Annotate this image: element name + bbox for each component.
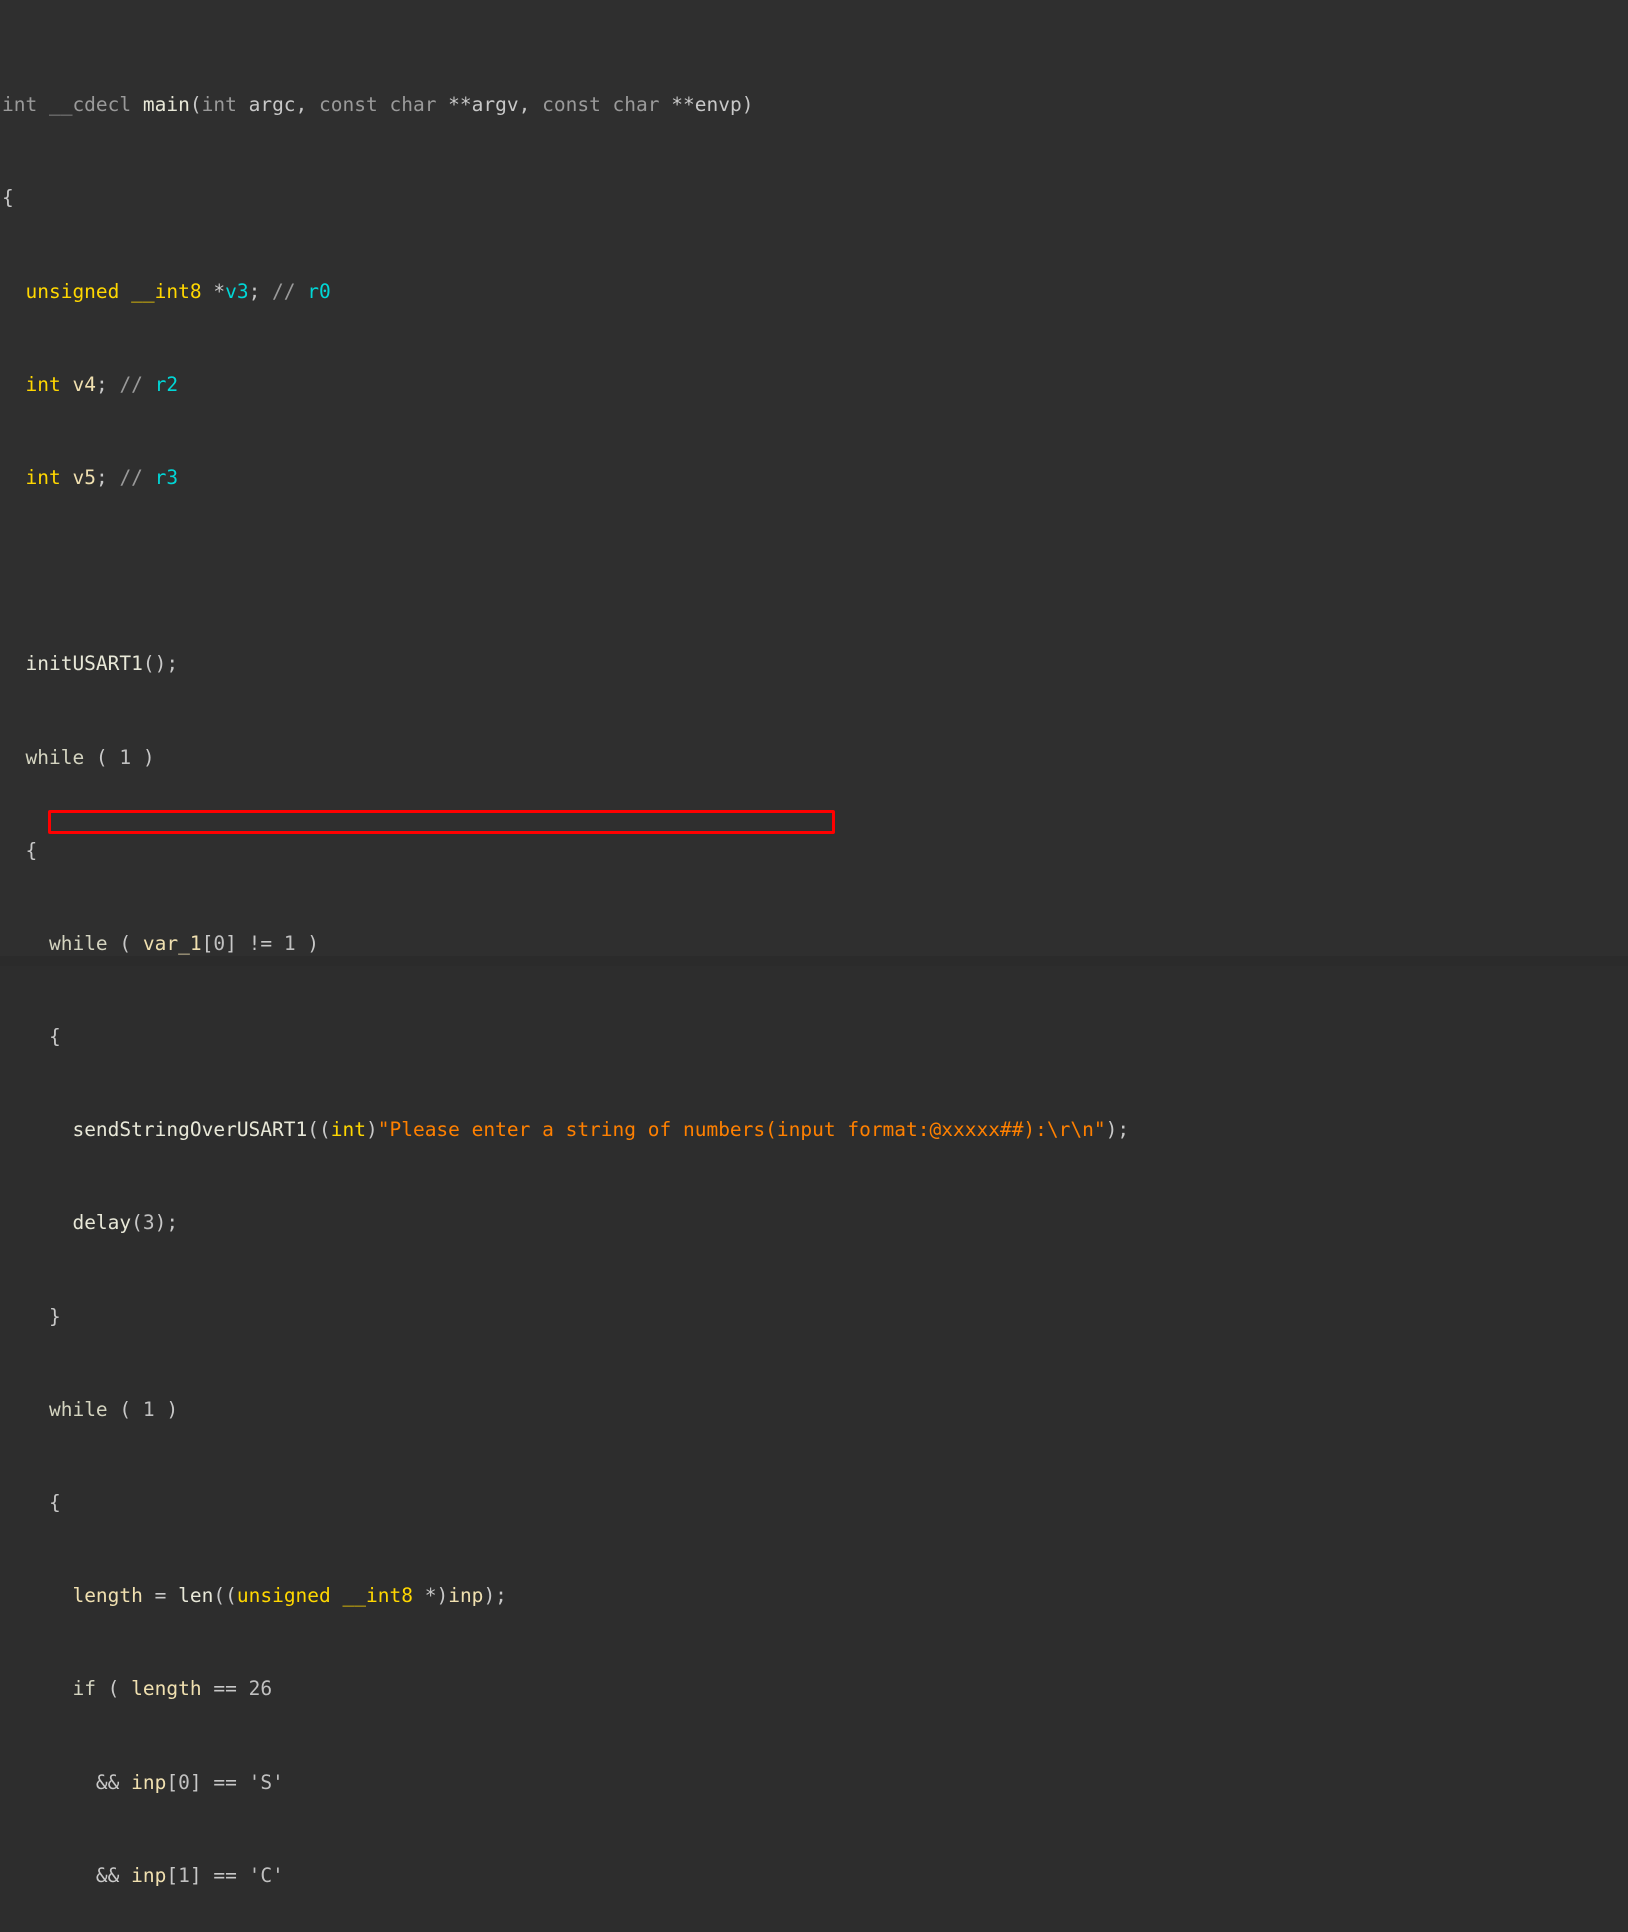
code-line-text: sendStringOverUSART1((int)"Please enter … [72,1118,1130,1142]
code-line-16[interactable]: { [0,1491,1628,1514]
code-line-3[interactable]: unsigned __int8 *v3; // r0 [0,280,1628,303]
code-line-text: { [2,1025,61,1049]
code-line-text: { [2,838,38,862]
code-line-12[interactable]: sendStringOverUSART1((int)"Please enter … [0,1118,1628,1141]
code-line-text: && inp[1] == 'C' [2,1863,284,1887]
code-line-text: while ( 1 ) [48,1397,179,1421]
code-line-text: while ( 1 ) [25,745,155,769]
code-line-20[interactable]: && inp[1] == 'C' [0,1864,1628,1887]
code-line-text: { [2,1491,61,1514]
code-line-text: int v4; // r2 [25,372,179,396]
code-line-text: length = len((unsigned __int8 *)inp); [72,1584,507,1608]
code-line-14[interactable]: } [0,1305,1628,1328]
code-line-6[interactable] [0,559,1628,582]
pseudocode-view[interactable]: int __cdecl main(int argc, const char **… [0,0,1628,1887]
code-line-19[interactable]: && inp[0] == 'S' [0,1771,1628,1794]
code-line-1[interactable]: int __cdecl main(int argc, const char **… [0,93,1628,116]
code-line-text: if ( length == 26 [72,1677,273,1701]
code-line-text: { [2,186,14,210]
code-line-text: int __cdecl main(int argc, const char **… [2,93,754,117]
code-line-11[interactable]: { [0,1025,1628,1048]
code-line-2[interactable]: { [0,186,1628,209]
code-line-text: delay(3); [72,1211,179,1235]
code-line-text: int v5; // r3 [25,465,179,489]
code-line-text: unsigned __int8 *v3; // r0 [25,279,331,303]
code-line-18[interactable]: if ( length == 26 [0,1677,1628,1700]
code-line-text: initUSART1(); [25,652,179,676]
code-line-text: while ( var_1[0] != 1 ) [48,931,320,955]
code-line-13[interactable]: delay(3); [0,1211,1628,1234]
code-line-7[interactable]: initUSART1(); [0,652,1628,675]
code-line-text: && inp[0] == 'S' [2,1770,284,1794]
code-line-5[interactable]: int v5; // r3 [0,466,1628,489]
code-line-8[interactable]: while ( 1 ) [0,746,1628,769]
code-line-9[interactable]: { [0,839,1628,862]
code-line-text: } [2,1304,61,1328]
code-line-10[interactable]: while ( var_1[0] != 1 ) [0,932,1628,955]
code-line-15[interactable]: while ( 1 ) [0,1398,1628,1421]
code-line-17[interactable]: length = len((unsigned __int8 *)inp); [0,1584,1628,1607]
bottom-strip [0,956,1628,966]
code-listing[interactable]: int __cdecl main(int argc, const char **… [0,0,1628,1887]
code-line-4[interactable]: int v4; // r2 [0,373,1628,396]
